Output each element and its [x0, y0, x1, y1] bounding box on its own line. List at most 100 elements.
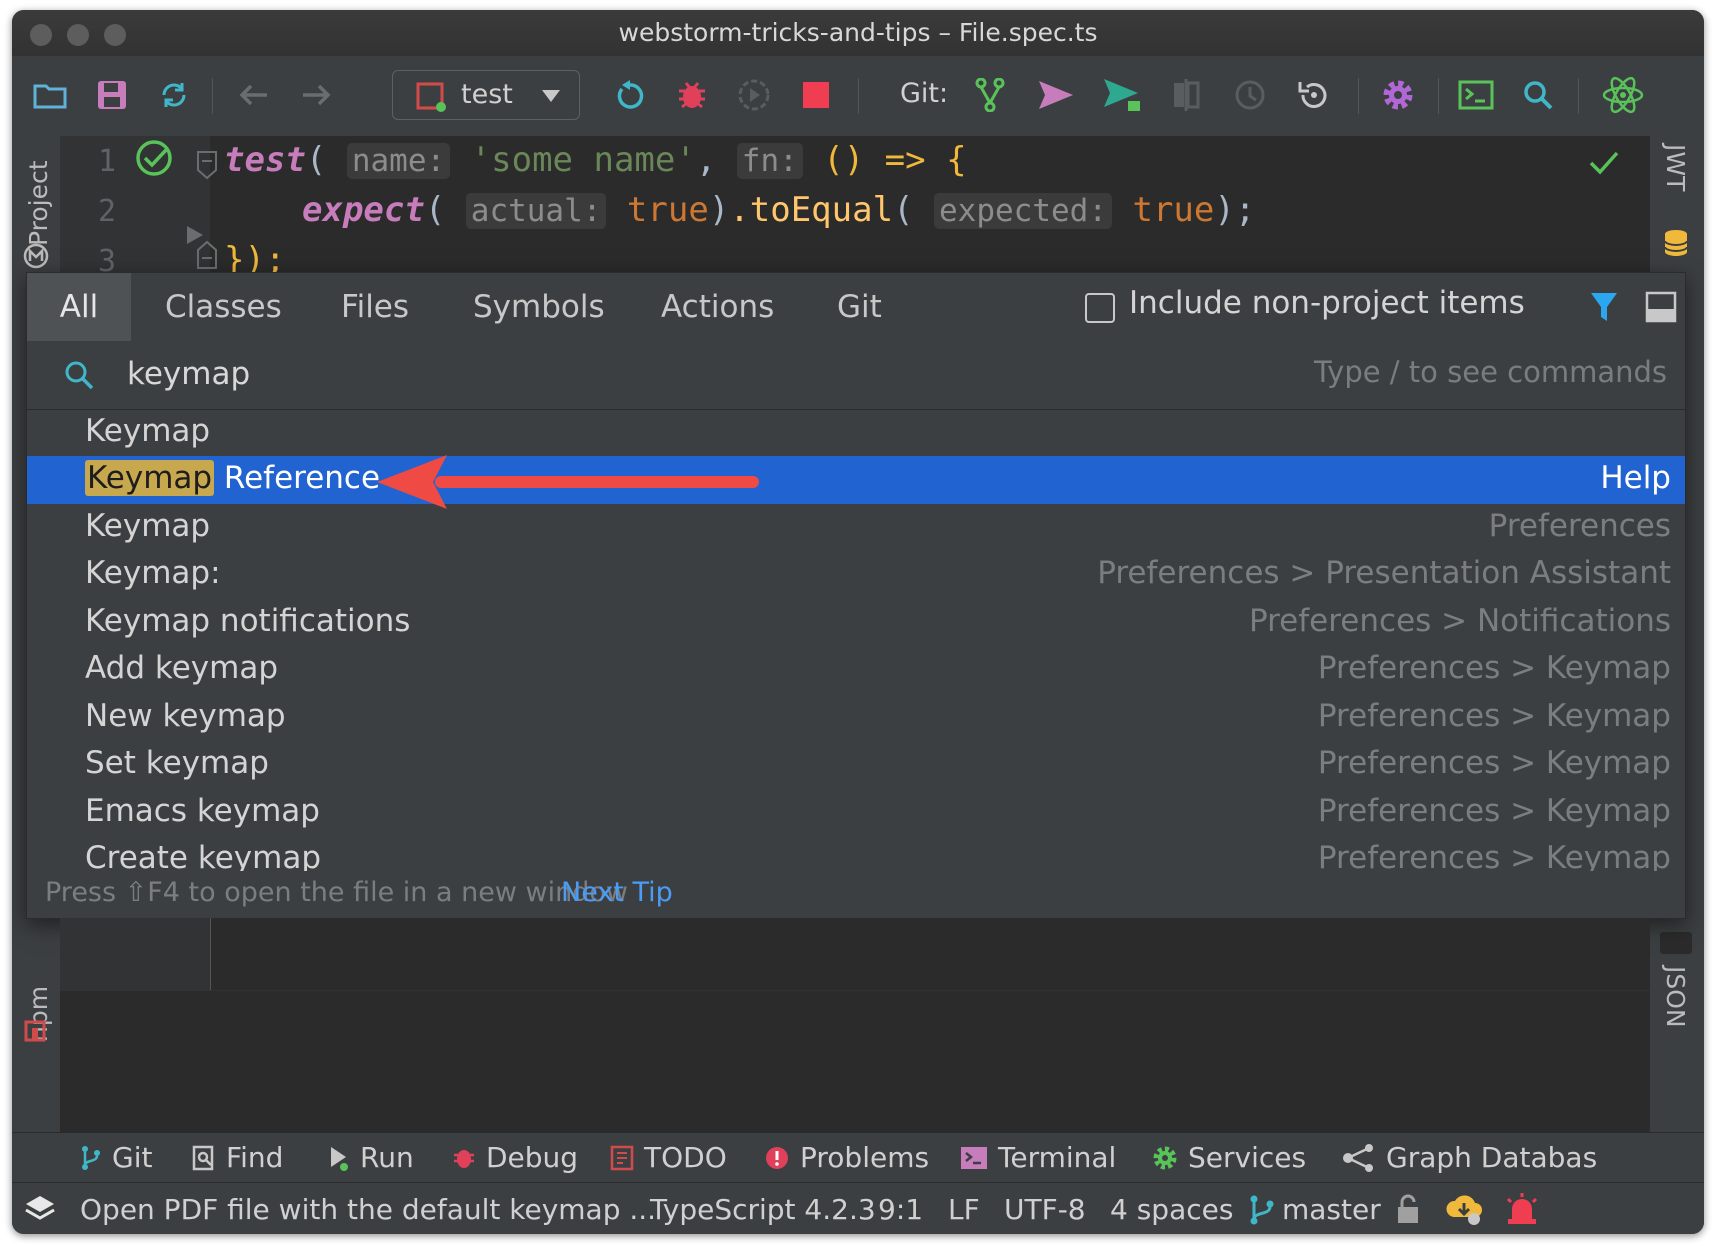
result-row[interactable]: New keymap Preferences > Keymap: [27, 694, 1685, 742]
result-location: Preferences > Keymap: [1317, 698, 1671, 734]
rerun-icon[interactable]: [610, 74, 650, 116]
sync-icon[interactable]: [154, 74, 194, 116]
history-icon[interactable]: [1230, 74, 1270, 116]
notification-alarm-icon[interactable]: [1504, 1191, 1540, 1227]
terminal-icon[interactable]: [1456, 74, 1496, 116]
result-row[interactable]: Set keymap Preferences > Keymap: [27, 741, 1685, 789]
git-branch-icon[interactable]: [970, 74, 1010, 116]
include-non-project-label: Include non-project items: [1129, 285, 1525, 321]
search-input[interactable]: [127, 351, 1027, 397]
tab-all[interactable]: All: [27, 273, 131, 341]
result-row[interactable]: Add keymap Preferences > Keymap: [27, 646, 1685, 694]
code-token: test: [224, 140, 306, 180]
result-row[interactable]: Keymap: [27, 409, 1685, 457]
result-row[interactable]: Keymap Preferences: [27, 504, 1685, 552]
zoom-window-button[interactable]: [104, 24, 126, 46]
folder-open-icon[interactable]: [30, 74, 70, 116]
save-icon[interactable]: [92, 74, 132, 116]
result-location: Preferences > Notifications: [1248, 603, 1671, 639]
line-separator[interactable]: LF: [948, 1193, 980, 1226]
push-icon[interactable]: [1100, 74, 1144, 116]
stop-icon[interactable]: [796, 74, 836, 116]
annotation-arrow-icon: [377, 455, 759, 509]
tool-debug[interactable]: Debug: [452, 1141, 578, 1174]
problems-icon: [766, 1146, 788, 1169]
rollback-icon[interactable]: [1294, 74, 1334, 116]
tool-todo[interactable]: TODO: [610, 1141, 727, 1174]
window-controls[interactable]: [30, 24, 126, 46]
project-tool-window-button[interactable]: Project: [24, 160, 53, 246]
search-icon[interactable]: [1518, 74, 1558, 116]
status-message[interactable]: Open PDF file with the default keymap ..…: [80, 1193, 656, 1226]
parameter-hint: fn:: [736, 143, 803, 179]
structure-icon[interactable]: [22, 242, 50, 270]
code-line-1[interactable]: test( name: 'some name', fn: () => {: [224, 140, 967, 180]
result-title: Add keymap: [85, 650, 279, 686]
result-row[interactable]: Keymap: Preferences > Presentation Assis…: [27, 551, 1685, 599]
close-window-button[interactable]: [30, 24, 52, 46]
tool-find[interactable]: Find: [192, 1141, 283, 1174]
minimize-window-button[interactable]: [67, 24, 89, 46]
react-icon[interactable]: [1598, 74, 1648, 116]
result-location: Preferences > Keymap: [1317, 793, 1671, 829]
code-token: .toEqual: [729, 190, 894, 230]
language-indicator[interactable]: TypeScript 4.2.3: [650, 1193, 876, 1226]
caret-position[interactable]: 9:1: [878, 1193, 923, 1226]
result-location: Preferences > Presentation Assistant: [1097, 555, 1671, 591]
file-encoding[interactable]: UTF-8: [1004, 1193, 1086, 1226]
tab-classes[interactable]: Classes: [155, 273, 292, 341]
commit-icon[interactable]: [1034, 74, 1078, 116]
test-passed-icon[interactable]: [134, 138, 174, 178]
open-in-tool-window-icon[interactable]: [1645, 291, 1677, 323]
debug-icon[interactable]: [672, 74, 712, 116]
jwt-tool-window-button[interactable]: JWT: [1661, 144, 1690, 191]
result-row[interactable]: Emacs keymap Preferences > Keymap: [27, 789, 1685, 837]
coverage-icon[interactable]: [734, 74, 774, 116]
database-icon[interactable]: [1662, 228, 1690, 258]
graph-icon: [1343, 1143, 1373, 1172]
diff-icon[interactable]: [1166, 74, 1206, 116]
back-icon[interactable]: [234, 74, 274, 116]
tool-graph-database[interactable]: Graph Databas: [1342, 1141, 1597, 1174]
run-icon: [331, 1146, 348, 1171]
tab-symbols[interactable]: Symbols: [463, 273, 615, 341]
lock-icon[interactable]: [1394, 1193, 1422, 1225]
result-row[interactable]: Keymap notifications Preferences > Notif…: [27, 599, 1685, 647]
layers-icon[interactable]: [24, 1193, 56, 1225]
run-config-selector[interactable]: test: [392, 70, 580, 120]
fold-icon[interactable]: [196, 150, 218, 180]
tool-git[interactable]: Git: [80, 1141, 152, 1174]
tab-files[interactable]: Files: [331, 273, 419, 341]
indent-setting[interactable]: 4 spaces: [1110, 1193, 1233, 1226]
result-title: New keymap: [85, 698, 286, 734]
tool-services[interactable]: Services: [1152, 1141, 1306, 1174]
forward-icon[interactable]: [296, 74, 336, 116]
updates-available-icon[interactable]: [1444, 1191, 1484, 1227]
result-row-selected[interactable]: Keymap Reference Help: [27, 456, 1685, 504]
code-line-2[interactable]: expect( actual: true).toEqual( expected:…: [302, 190, 1255, 230]
tool-run[interactable]: Run: [328, 1141, 414, 1174]
git-branch-widget[interactable]: master: [1248, 1193, 1381, 1226]
json-tool-window-button[interactable]: JSON: [1661, 966, 1690, 1028]
fold-end-icon[interactable]: [196, 240, 218, 270]
tool-problems[interactable]: Problems: [764, 1141, 929, 1174]
tab-git[interactable]: Git: [827, 273, 892, 341]
code-editor-lower[interactable]: [60, 918, 1650, 1132]
include-non-project-checkbox[interactable]: [1085, 293, 1115, 323]
tool-run-label: Run: [360, 1141, 414, 1174]
result-title: Keymap Reference: [85, 460, 380, 496]
no-problems-check-icon[interactable]: [1588, 150, 1620, 176]
settings-icon[interactable]: [1378, 74, 1418, 116]
chevron-down-icon: [542, 90, 560, 102]
test-config-icon: [416, 82, 446, 112]
ide-window: webstorm-tricks-and-tips – File.spec.ts …: [12, 10, 1704, 1234]
search-hint: Type / to see commands: [1313, 355, 1667, 389]
tool-terminal[interactable]: Terminal: [960, 1141, 1116, 1174]
next-tip-link[interactable]: Next Tip: [561, 877, 673, 908]
filter-icon[interactable]: [1589, 291, 1619, 323]
result-title: Set keymap: [85, 745, 269, 781]
result-title: Emacs keymap: [85, 793, 320, 829]
main-toolbar: test Git:: [12, 56, 1704, 137]
tab-actions[interactable]: Actions: [651, 273, 784, 341]
find-icon: [192, 1145, 214, 1170]
